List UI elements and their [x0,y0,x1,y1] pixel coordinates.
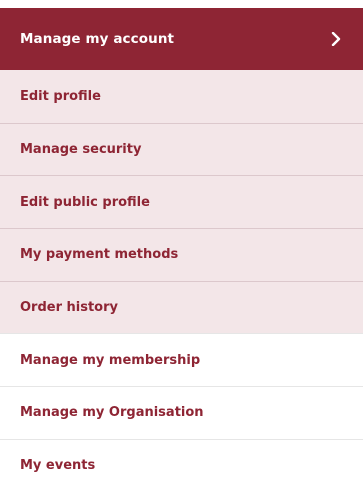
menu-item-label: Edit public profile [20,194,150,210]
menu-item-label: Manage security [20,142,142,158]
menu-item-manage-my-membership[interactable]: Manage my membership [0,333,363,387]
menu-item-edit-profile[interactable]: Edit profile [0,70,363,123]
menu-item-label: My events [20,458,96,474]
menu-item-my-events[interactable]: My events [0,438,363,492]
menu-item-manage-security[interactable]: Manage security [0,122,363,176]
menu-item-my-payment-methods[interactable]: My payment methods [0,228,363,281]
menu-item-label: Manage my membership [20,352,201,368]
chevron-right-icon [329,32,343,46]
account-submenu: Edit profile Manage security Edit public… [0,70,363,334]
account-menu: Manage my account Edit profile Manage se… [0,8,363,492]
manage-my-account-label: Manage my account [20,31,175,47]
menu-item-edit-public-profile[interactable]: Edit public profile [0,175,363,228]
menu-item-label: Edit profile [20,88,101,104]
other-menu-items: Manage my membership Manage my Organisat… [0,333,363,492]
manage-my-account-button[interactable]: Manage my account [0,8,363,70]
menu-item-label: My payment methods [20,247,179,263]
menu-item-label: Order history [20,300,119,316]
menu-item-manage-my-organisation[interactable]: Manage my Organisation [0,386,363,439]
menu-item-label: Manage my Organisation [20,405,204,421]
menu-item-order-history[interactable]: Order history [0,280,363,334]
